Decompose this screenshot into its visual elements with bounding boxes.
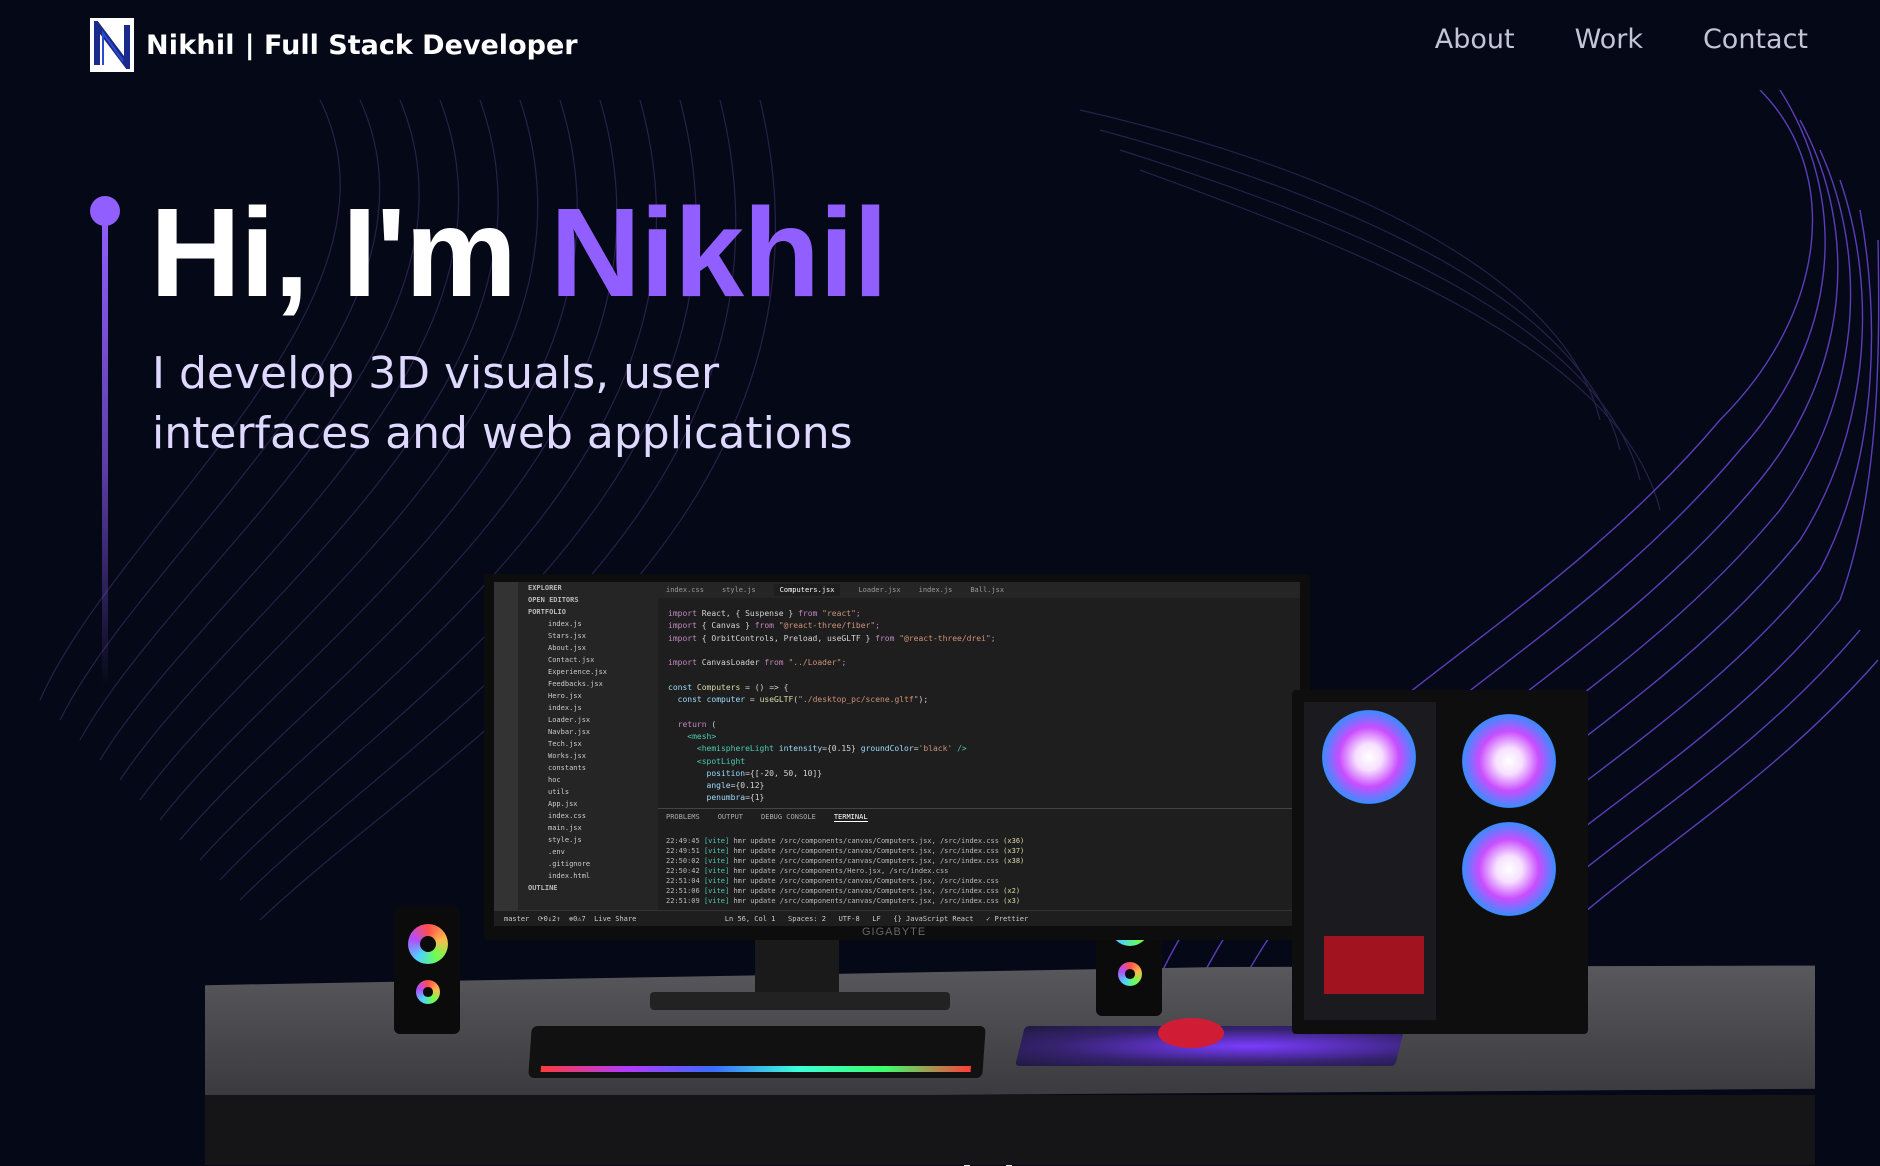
file-item: Hero.jsx bbox=[548, 692, 582, 700]
file-item: Experience.jsx bbox=[548, 668, 608, 676]
code-editor: import React, { Suspense } from "react";… bbox=[668, 609, 996, 803]
monitor-stand bbox=[755, 940, 839, 994]
vscode-activity-bar bbox=[494, 582, 518, 926]
desk-setup-3d-canvas[interactable]: EXPLORER OPEN EDITORS PORTFOLIO index.js… bbox=[190, 560, 1880, 1165]
logo bbox=[90, 18, 134, 72]
left-speaker bbox=[394, 906, 460, 1034]
file-item: index.js bbox=[548, 704, 582, 712]
outline-header: OUTLINE bbox=[528, 884, 558, 892]
editor-tab: style.js bbox=[721, 586, 756, 594]
panel-tabs: PROBLEMS OUTPUT DEBUG CONSOLE TERMINAL bbox=[658, 809, 1300, 826]
fan-icon bbox=[1322, 710, 1416, 804]
file-item: index.html bbox=[548, 872, 591, 880]
vscode-tab-bar: index.css style.js Computers.jsx Loader.… bbox=[658, 582, 1300, 598]
file-item: About.jsx bbox=[548, 644, 586, 652]
file-item: Stars.jsx bbox=[548, 632, 586, 640]
editor-tab: index.css bbox=[666, 586, 704, 594]
hero-accent-line bbox=[102, 218, 108, 688]
monitor-brand: GIGABYTE bbox=[862, 926, 927, 938]
nav-links: About Work Contact bbox=[1435, 24, 1808, 55]
file-item: hoc bbox=[548, 776, 561, 784]
open-editors-header: OPEN EDITORS bbox=[528, 596, 579, 604]
hero-headline: Hi, I'm Nikhil bbox=[150, 180, 888, 325]
panel-tab-active: TERMINAL bbox=[833, 813, 868, 822]
file-item: App.jsx bbox=[548, 800, 578, 808]
speaker-ring-icon bbox=[408, 924, 448, 964]
editor-tab: Loader.jsx bbox=[858, 586, 901, 594]
n-logo-icon bbox=[94, 21, 130, 69]
project-header: PORTFOLIO bbox=[528, 608, 566, 616]
speaker-ring-icon bbox=[1118, 962, 1142, 986]
file-item: main.jsx bbox=[548, 824, 582, 832]
hero-greeting: Hi, I'm bbox=[150, 182, 517, 323]
file-item: .gitignore bbox=[548, 860, 591, 868]
desk-front bbox=[205, 1095, 1815, 1165]
pc-interior bbox=[1304, 702, 1436, 1020]
fan-icon bbox=[1462, 822, 1556, 916]
monitor-screen: EXPLORER OPEN EDITORS PORTFOLIO index.js… bbox=[494, 582, 1300, 926]
panel-tab: PROBLEMS bbox=[666, 813, 700, 821]
pc-case bbox=[1292, 690, 1588, 1034]
terminal-output: 22:49:45 [vite] hmr update /src/componen… bbox=[666, 837, 1025, 905]
file-item: index.js bbox=[548, 620, 582, 628]
panel-tab: OUTPUT bbox=[717, 813, 744, 821]
monitor: EXPLORER OPEN EDITORS PORTFOLIO index.js… bbox=[484, 574, 1310, 940]
file-item: .env bbox=[548, 848, 565, 856]
vscode-explorer: EXPLORER OPEN EDITORS PORTFOLIO index.js… bbox=[518, 582, 658, 926]
speaker-ring-icon bbox=[416, 980, 440, 1004]
file-item: Tech.jsx bbox=[548, 740, 582, 748]
mouse bbox=[1158, 1018, 1224, 1048]
file-item: Works.jsx bbox=[548, 752, 586, 760]
gpu bbox=[1324, 936, 1424, 994]
file-item: Navbar.jsx bbox=[548, 728, 591, 736]
hero-name: Nikhil bbox=[550, 182, 888, 323]
nav-about-link[interactable]: About bbox=[1435, 24, 1515, 55]
vscode-terminal-panel: PROBLEMS OUTPUT DEBUG CONSOLE TERMINAL 2… bbox=[658, 808, 1300, 910]
panel-tab: DEBUG CONSOLE bbox=[761, 813, 816, 821]
brand-name: Nikhil bbox=[146, 29, 235, 61]
explorer-header: EXPLORER bbox=[528, 584, 562, 592]
file-item: constants bbox=[548, 764, 586, 772]
hero-subtitle: I develop 3D visuals, user interfaces an… bbox=[152, 348, 853, 459]
file-item: Contact.jsx bbox=[548, 656, 595, 664]
keyboard-rgb-strip bbox=[540, 1066, 972, 1072]
vscode-status-bar: master ⟳0↓2↑ ⊗0⚠7 Live Share Ln 56, Col … bbox=[494, 910, 1300, 926]
file-item: Loader.jsx bbox=[548, 716, 591, 724]
file-item: Feedbacks.jsx bbox=[548, 680, 603, 688]
file-item: utils bbox=[548, 788, 570, 796]
file-item: style.js bbox=[548, 836, 582, 844]
nav-work-link[interactable]: Work bbox=[1575, 24, 1643, 55]
fan-icon bbox=[1462, 714, 1556, 808]
monitor-stand-base bbox=[650, 992, 950, 1010]
keyboard bbox=[528, 1026, 986, 1078]
navbar: Nikhil | Full Stack Developer About Work… bbox=[0, 0, 1880, 90]
brand-home-link[interactable]: Nikhil | Full Stack Developer bbox=[90, 18, 578, 72]
brand-tagline: | Full Stack Developer bbox=[244, 29, 578, 61]
editor-tab: Ball.jsx bbox=[970, 586, 1005, 594]
nav-contact-link[interactable]: Contact bbox=[1703, 24, 1808, 55]
file-item: index.css bbox=[548, 812, 586, 820]
editor-tab-active: Computers.jsx bbox=[773, 584, 841, 596]
editor-tab: index.js bbox=[918, 586, 953, 594]
